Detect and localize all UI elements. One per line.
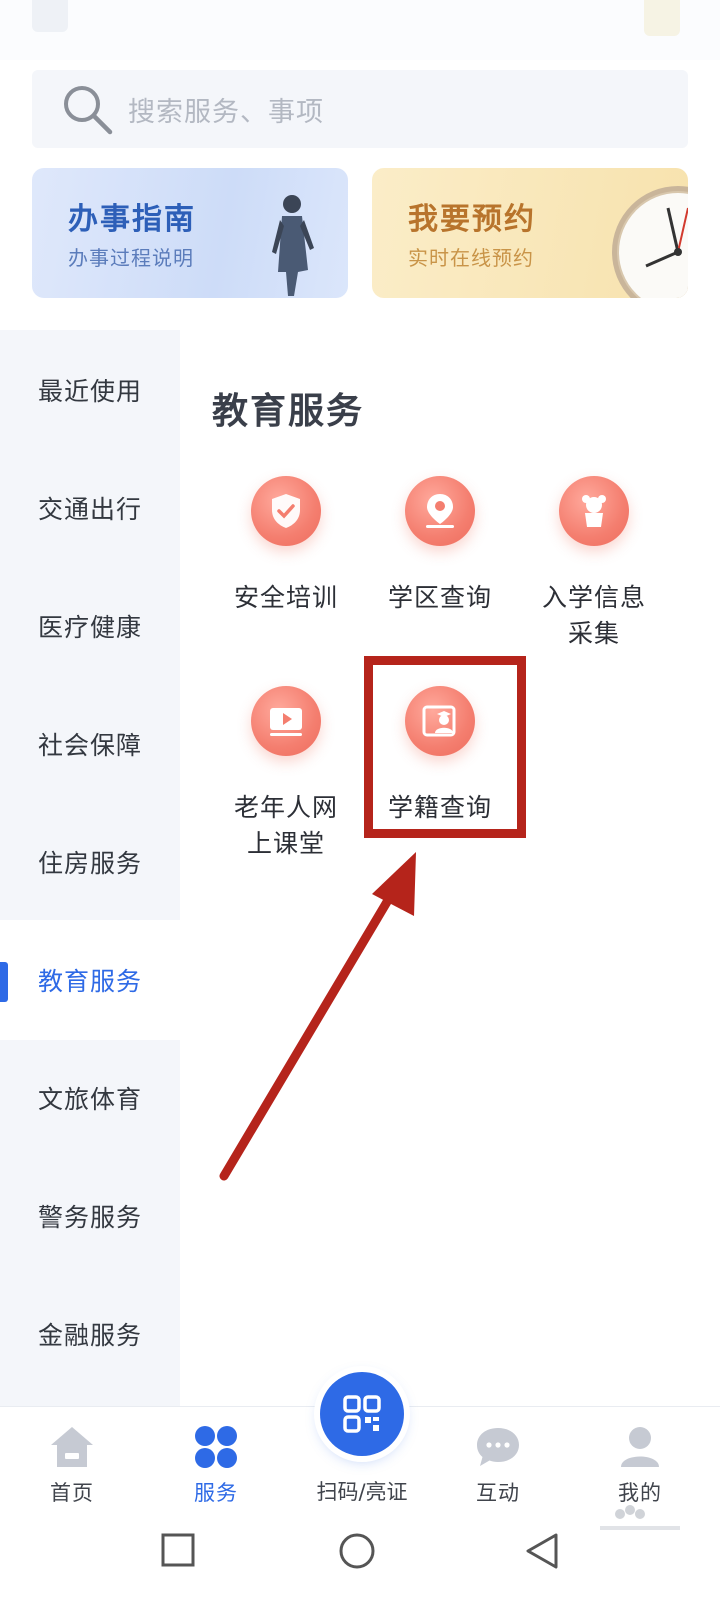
chat-bubble-icon: [438, 1421, 558, 1473]
recent-apps-icon[interactable]: [160, 1532, 196, 1568]
home-icon: [12, 1421, 132, 1473]
user-icon: [580, 1421, 700, 1473]
nav-profile[interactable]: 我的: [580, 1421, 700, 1507]
annotation-arrow: [219, 852, 416, 1181]
nav-label: 互动: [476, 1481, 520, 1505]
nav-label: 首页: [50, 1481, 94, 1505]
qr-code-icon: [343, 1395, 381, 1433]
nav-scan-label: 扫码/亮证: [316, 1480, 408, 1504]
scan-button[interactable]: [320, 1372, 404, 1456]
back-icon[interactable]: [524, 1532, 560, 1570]
apps-icon: [156, 1421, 276, 1473]
nav-services[interactable]: 服务: [156, 1421, 276, 1507]
nav-interaction[interactable]: 互动: [438, 1421, 558, 1507]
home-button-icon[interactable]: [338, 1532, 376, 1570]
app-screen: 搜索服务、事项 办事指南 办事过程说明 我要预约 实时在线预约 最近使用 交通出…: [0, 0, 720, 1600]
watermark-logo: [600, 1505, 680, 1530]
nav-home[interactable]: 首页: [12, 1421, 132, 1507]
nav-label: 服务: [194, 1481, 238, 1505]
